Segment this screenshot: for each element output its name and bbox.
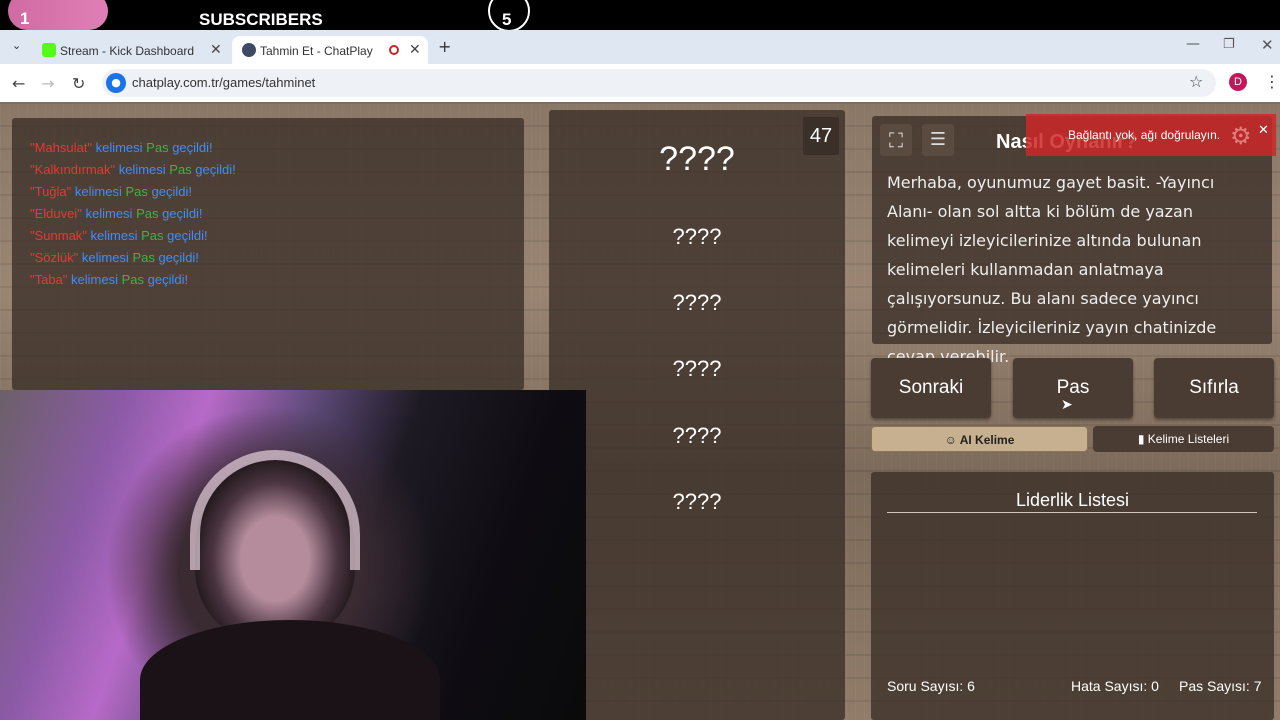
chat-gecildi: geçildi! (144, 272, 189, 287)
address-bar[interactable]: ● chatplay.com.tr/games/tahminet (102, 69, 1216, 97)
chat-log-entry: "Sunmak" kelimesi Pas geçildi! (30, 228, 208, 243)
chat-pas: Pas (121, 272, 145, 287)
connection-toast: Bağlantı yok, ağı doğrulayın. ✕ ⚙ (1026, 114, 1276, 156)
streamer-body (140, 620, 440, 720)
url-text: chatplay.com.tr/games/tahminet (132, 75, 316, 90)
chat-gecildi: geçildi! (191, 162, 236, 177)
tab-chatplay[interactable]: Tahmin Et - ChatPlay ✕ (232, 36, 428, 64)
chat-word: "Tuğla" (30, 184, 72, 199)
chat-log-entry: "Sözlük" kelimesi Pas geçildi! (30, 250, 199, 265)
mic-icon: ● (106, 73, 126, 93)
chat-pas: Pas (125, 184, 148, 199)
chat-gecildi: geçildi! (163, 228, 208, 243)
subscriber-overlay: 1 SUBSCRIBERS 5 (0, 0, 1280, 32)
leaderboard-title: Liderlik Listesi (1015, 490, 1130, 510)
bookmark-star-icon[interactable]: ☆ (1189, 72, 1203, 91)
chat-word: "Elduvei" (30, 206, 82, 221)
close-window-icon[interactable]: ✕ (1261, 36, 1274, 54)
chat-log-entry: "Kalkındırmak" kelimesi Pas geçildi! (30, 162, 236, 177)
chat-kelimesi: kelimesi (78, 250, 133, 265)
webcam-overlay (0, 390, 586, 720)
cursor-icon: ➤ (1061, 397, 1073, 413)
gear-icon: ⚙ (1230, 123, 1252, 150)
forbidden-word: ???? (672, 423, 722, 448)
browser-tab-bar: ⌄ Stream - Kick Dashboard ✕ Tahmin Et - … (0, 30, 1280, 64)
chat-pas: Pas (146, 140, 169, 155)
chat-log-entry: "Elduvei" kelimesi Pas geçildi! (30, 206, 203, 221)
chat-word: "Kalkındırmak" (30, 162, 116, 177)
forbidden-word: ???? (672, 290, 722, 315)
leaderboard-divider (887, 512, 1257, 513)
chat-log-entry: "Tuğla" kelimesi Pas geçildi! (30, 184, 192, 199)
howto-text: Merhaba, oyunumuz gayet basit. -Yayıncı … (887, 173, 1217, 366)
close-tab-icon[interactable]: ✕ (409, 41, 421, 58)
pass-button[interactable]: Pas (1013, 358, 1133, 418)
chat-gecildi: geçildi! (154, 250, 199, 265)
chat-word: "Sözlük" (30, 250, 79, 265)
ai-word-label: AI Kelime (959, 433, 1015, 447)
ai-word-button[interactable]: ☺ AI Kelime (871, 426, 1088, 452)
browser-toolbar: ← → ↻ ● chatplay.com.tr/games/tahminet ☆… (0, 64, 1280, 103)
chat-word: "Sunmak" (30, 228, 87, 243)
chat-pas: Pas (132, 250, 155, 265)
close-tab-icon[interactable]: ✕ (210, 41, 222, 58)
error-count: Hata Sayısı: 0 (1071, 678, 1159, 694)
subscriber-count-left: 1 (20, 9, 30, 28)
robot-icon: ☺ (944, 433, 960, 447)
menu-kebab-icon[interactable]: ⋮ (1264, 72, 1280, 91)
forbidden-word: ???? (672, 356, 722, 381)
kick-icon (42, 43, 56, 57)
word-lists-label: Kelime Listeleri (1147, 432, 1230, 446)
forbidden-word: ???? (672, 489, 722, 514)
word-panel (549, 110, 845, 720)
chatplay-icon (242, 43, 256, 57)
new-tab-button[interactable]: + (438, 37, 451, 56)
chat-gecildi: geçildi! (158, 206, 203, 221)
notes-icon[interactable]: ☰ (922, 124, 954, 156)
chat-log-entry: "Taba" kelimesi Pas geçildi! (30, 272, 188, 287)
reset-button[interactable]: Sıfırla (1154, 358, 1274, 418)
recording-icon (389, 45, 399, 55)
chat-kelimesi: kelimesi (67, 272, 122, 287)
tab-title: Stream - Kick Dashboard (60, 44, 195, 58)
chat-kelimesi: kelimesi (115, 162, 170, 177)
chat-log-entry: "Mahsulat" kelimesi Pas geçildi! (30, 140, 213, 155)
document-icon: ▮ (1137, 432, 1148, 446)
reload-icon[interactable]: ↻ (72, 74, 85, 93)
pass-count: Pas Sayısı: 7 (1179, 678, 1262, 694)
tab-title: Tahmin Et - ChatPlay (260, 44, 373, 58)
chat-gecildi: geçildi! (147, 184, 192, 199)
chat-kelimesi: kelimesi (86, 228, 142, 243)
toast-close-icon[interactable]: ✕ (1258, 122, 1269, 138)
tab-kick-dashboard[interactable]: Stream - Kick Dashboard ✕ (32, 36, 228, 64)
profile-avatar[interactable]: D (1229, 73, 1247, 91)
forbidden-word: ???? (672, 224, 722, 249)
main-word: ???? (659, 140, 735, 178)
next-button[interactable]: Sonraki (871, 358, 991, 418)
tab-search-icon[interactable]: ⌄ (12, 39, 21, 52)
minimize-icon[interactable]: — (1186, 36, 1200, 52)
forward-icon[interactable]: → (41, 74, 54, 93)
chat-kelimesi: kelimesi (71, 184, 126, 199)
fullscreen-icon[interactable]: ⛶ (880, 124, 912, 156)
chat-gecildi: geçildi! (168, 140, 213, 155)
chat-pas: Pas (136, 206, 159, 221)
chat-word: "Taba" (30, 272, 68, 287)
restore-icon[interactable]: ❐ (1223, 37, 1235, 52)
chat-word: "Mahsulat" (30, 140, 92, 155)
headset (190, 450, 360, 570)
back-icon[interactable]: ← (12, 74, 25, 93)
question-count: Soru Sayısı: 6 (887, 678, 975, 694)
subscriber-title: SUBSCRIBERS (199, 10, 323, 29)
word-lists-button[interactable]: ▮ Kelime Listeleri (1093, 426, 1274, 452)
chat-kelimesi: kelimesi (81, 206, 137, 221)
chat-pas: Pas (141, 228, 164, 243)
chat-kelimesi: kelimesi (91, 140, 147, 155)
chat-pas: Pas (169, 162, 192, 177)
subscriber-count-right: 5 (502, 10, 512, 29)
toast-text: Bağlantı yok, ağı doğrulayın. (1068, 128, 1221, 142)
